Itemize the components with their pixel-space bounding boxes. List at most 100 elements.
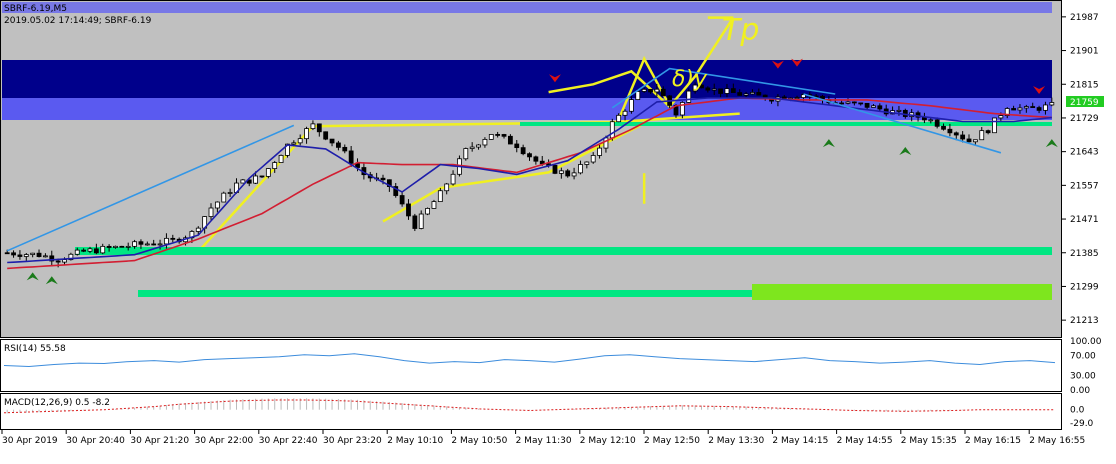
candle-body-down <box>756 92 762 96</box>
price-tick-label: 21557 <box>1070 181 1099 191</box>
candle-body-up <box>603 137 609 149</box>
candle-body-down <box>934 119 940 127</box>
candle-body-up <box>291 142 297 145</box>
current-price-value: 21759 <box>1070 98 1099 108</box>
rsi-tick-label: 100.00 <box>1070 337 1102 347</box>
candle-body-down <box>877 105 883 110</box>
candle-body-down <box>966 138 972 143</box>
rsi-tick-label: 30.00 <box>1070 371 1096 381</box>
candle <box>221 191 227 203</box>
candle-body-up <box>310 123 316 130</box>
tp-annotation: Tp <box>722 13 759 48</box>
candle-body-down <box>412 215 418 229</box>
candle-body-down <box>565 170 571 177</box>
candle-body-down <box>36 252 42 257</box>
candle-body-down <box>730 88 736 93</box>
candle-body-up <box>227 192 233 194</box>
candle-body-up <box>450 173 456 185</box>
candle-body-up <box>972 139 978 143</box>
candle-body-up <box>469 146 475 149</box>
symbol-label: SBRF-6.19,M5 <box>4 4 67 14</box>
candle-body-down <box>985 130 991 134</box>
time-tick-label: 2 May 12:50 <box>644 436 700 446</box>
candle-body-up <box>278 154 284 163</box>
candle <box>240 178 246 184</box>
candle <box>119 245 125 248</box>
candle-body-down <box>495 134 501 136</box>
candle-body-down <box>336 142 341 148</box>
candle-body-up <box>113 245 118 248</box>
candle-body-up <box>622 110 628 116</box>
candle-body-down <box>514 143 520 149</box>
price-tick-label: 21471 <box>1070 215 1099 225</box>
candle-body-up <box>43 255 48 258</box>
resistance-band-dark <box>2 60 1052 98</box>
candle-body-down <box>138 241 144 245</box>
candle-body-up <box>609 121 615 139</box>
candle-body-up <box>23 254 29 257</box>
candle-body-up <box>304 128 309 140</box>
candle-body-up <box>87 248 93 252</box>
candle-body-down <box>864 102 870 108</box>
time-tick-label: 2 May 15:35 <box>901 436 957 446</box>
candle-body-up <box>896 109 902 112</box>
candle-body-up <box>62 259 67 263</box>
candle <box>278 154 284 163</box>
time-tick-label: 30 Apr 2019 <box>2 436 58 446</box>
candle-body-up <box>750 92 755 95</box>
candle-body-down <box>259 175 265 178</box>
macd-axis: 0.0 -29.0 <box>1070 406 1094 429</box>
candle-body-down <box>737 92 743 96</box>
candle-body-down <box>527 153 532 158</box>
candle-body-up <box>597 147 602 156</box>
time-tick-label: 2 May 10:50 <box>451 436 507 446</box>
candle-body-down <box>55 260 61 263</box>
candle-body-up <box>616 114 622 123</box>
candle-body-down <box>941 125 946 130</box>
candle-body-up <box>558 170 564 174</box>
candle-body-up <box>743 93 749 96</box>
chart-window: SBRF-6.19,M5 2019.05.02 17:14:49; SBRF-6… <box>0 0 1116 460</box>
candle-body-down <box>170 237 176 240</box>
time-tick-label: 30 Apr 20:40 <box>66 436 125 446</box>
rsi-panel <box>0 339 1062 392</box>
candle-body-up <box>297 138 303 144</box>
price-tick-label: 21987 <box>1070 13 1099 23</box>
candle <box>488 134 494 140</box>
candle-body-down <box>660 88 666 97</box>
candle-body-up <box>724 88 730 94</box>
candle-body-up <box>871 105 876 108</box>
rsi-tick-label: 0.00 <box>1070 386 1090 396</box>
candle-body-down <box>316 123 322 133</box>
candle-body-up <box>1017 107 1023 111</box>
candle-body-up <box>463 148 469 160</box>
candle-body-down <box>953 132 959 136</box>
candle-body-up <box>125 245 131 248</box>
info-label: 2019.05.02 17:14:49; SBRF-6.19 <box>4 16 152 26</box>
candle-body-up <box>654 88 660 93</box>
candle-body-down <box>106 245 112 248</box>
candle <box>323 131 329 141</box>
candle <box>463 147 469 161</box>
time-axis: 30 Apr 2019 30 Apr 20:40 30 Apr 21:20 30 Ap… <box>1 430 1085 446</box>
candle-body-down <box>839 102 845 105</box>
price-tick-label: 21213 <box>1070 316 1099 326</box>
price-tick-label: 21385 <box>1070 249 1099 259</box>
candle-body-down <box>552 164 558 174</box>
candle-body-up <box>74 249 80 255</box>
price-tick-label: 21901 <box>1070 47 1099 57</box>
candle-body-up <box>476 144 481 148</box>
support-line-lower <box>138 290 752 297</box>
time-tick-label: 2 May 16:55 <box>1029 436 1085 446</box>
candle-body-up <box>928 119 934 122</box>
candle <box>412 213 418 232</box>
top-band <box>2 2 1052 13</box>
candle-body-down <box>11 252 16 256</box>
price-tick-label: 21729 <box>1070 114 1099 124</box>
rsi-tick-label: 70.00 <box>1070 352 1096 362</box>
candle-body-down <box>323 131 329 140</box>
time-tick-label: 2 May 11:30 <box>516 436 572 446</box>
candle-body-up <box>590 155 596 163</box>
b-annotation: δ)y <box>672 67 708 92</box>
candle-body-up <box>265 168 271 177</box>
